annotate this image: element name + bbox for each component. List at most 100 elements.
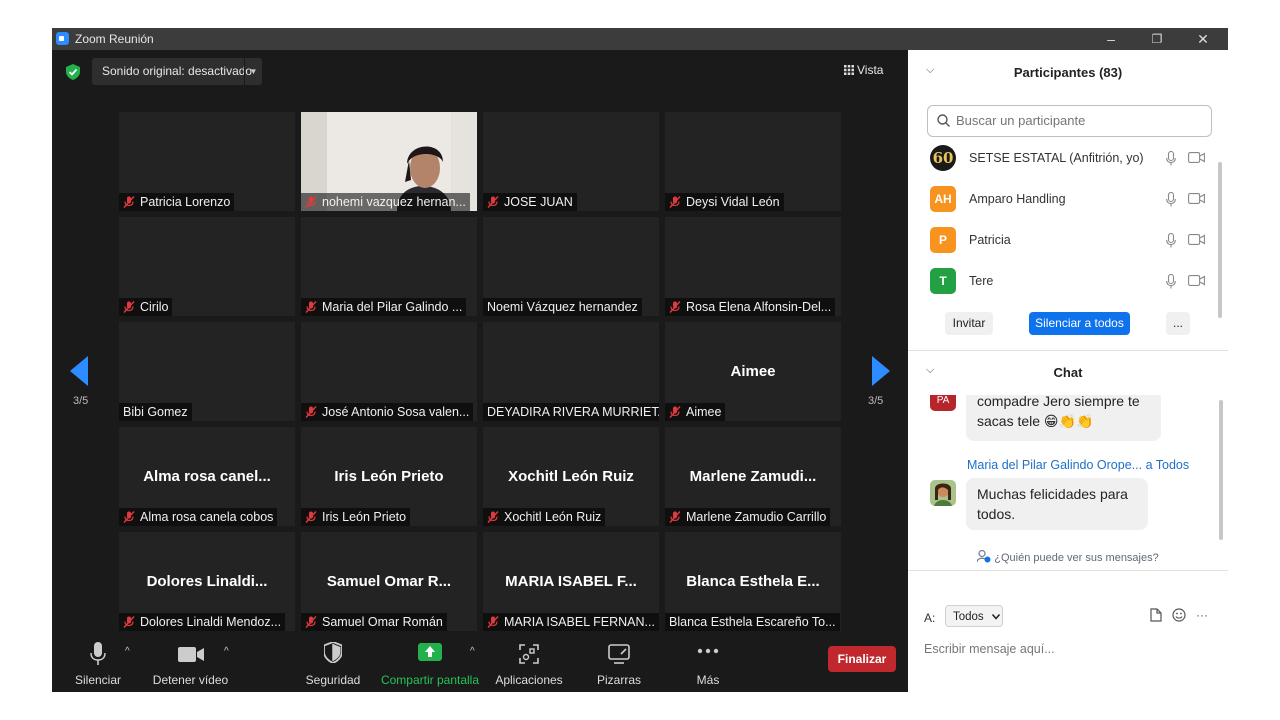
security-label: Seguridad — [305, 673, 361, 687]
whiteboards-button[interactable]: Pizarras — [592, 636, 646, 692]
participants-more-button[interactable]: ... — [1166, 312, 1190, 335]
window-title: Zoom Reunión — [75, 32, 154, 46]
apps-label: Aplicaciones — [495, 673, 563, 687]
participant-video-tile[interactable]: Patricia Lorenzo — [119, 112, 295, 211]
participant-video-tile[interactable]: José Antonio Sosa valen... — [301, 322, 477, 421]
participant-name: Aimee — [686, 405, 722, 419]
close-button[interactable]: ✕ — [1180, 28, 1226, 50]
restore-button[interactable]: ❐ — [1134, 28, 1180, 50]
minimize-button[interactable]: – — [1088, 28, 1134, 50]
participant-avatar: AH — [930, 186, 956, 212]
next-page-arrow-icon[interactable] — [872, 356, 890, 386]
chat-more-button[interactable]: ··· — [1196, 608, 1208, 622]
mute-all-button[interactable]: Silenciar a todos — [1029, 312, 1130, 335]
chat-compose-input[interactable]: Escribir mensaje aquí... — [924, 642, 1055, 656]
participant-name: DEYADIRA RIVERA MURRIETA — [487, 405, 659, 419]
video-options-chevron-icon[interactable]: ^ — [224, 646, 229, 657]
microphone-icon[interactable] — [1166, 233, 1176, 248]
participant-video-tile[interactable]: Alma rosa canel... Alma rosa canela cobos — [119, 427, 295, 526]
participant-list-scrollbar[interactable] — [1218, 162, 1222, 318]
participant-video-tile[interactable]: Bibi Gomez — [119, 322, 295, 421]
share-options-chevron-icon[interactable]: ^ — [470, 646, 475, 657]
chat-sender-name[interactable]: Maria del Pilar Galindo Orope... — [967, 458, 1142, 472]
participant-row[interactable]: 60 SETSE ESTATAL (Anfitrión, yo) — [908, 139, 1228, 180]
participant-video-tile[interactable]: Marlene Zamudi... Marlene Zamudio Carrill… — [665, 427, 841, 526]
participant-video-tile[interactable]: Aimee Aimee — [665, 322, 841, 421]
participant-video-tile[interactable]: Blanca Esthela E... Blanca Esthela Escare… — [665, 532, 841, 631]
participant-video-tile[interactable]: Maria del Pilar Galindo ... — [301, 217, 477, 316]
sender-avatar — [930, 480, 956, 506]
participant-video-tile[interactable]: nohemi vazquez hernan... — [301, 112, 477, 211]
participant-video-tile[interactable]: Noemi Vázquez hernandez — [483, 217, 659, 316]
more-button[interactable]: Más — [688, 636, 728, 692]
meeting-area: Sonido original: desactivado ▼ Vista 3/5… — [52, 50, 908, 692]
video-camera-icon[interactable] — [1188, 275, 1205, 286]
participant-video-tile[interactable]: Dolores Linaldi... Dolores Linaldi Mendoz… — [119, 532, 295, 631]
participant-video-tile[interactable]: Xochitl León Ruiz Xochitl León Ruiz — [483, 427, 659, 526]
chevron-down-icon[interactable]: ▼ — [244, 58, 262, 85]
participant-search[interactable] — [927, 105, 1212, 137]
muted-mic-icon — [669, 406, 681, 418]
muted-mic-icon — [305, 511, 317, 523]
audio-options-chevron-icon[interactable]: ^ — [125, 646, 130, 657]
participant-video-tile[interactable]: Rosa Elena Alfonsin-Del... — [665, 217, 841, 316]
participant-list-name: Patricia — [969, 233, 1011, 247]
end-meeting-button[interactable]: Finalizar — [828, 646, 896, 672]
participant-name-label: Rosa Elena Alfonsin-Del... — [665, 298, 836, 316]
participant-video-tile[interactable]: DEYADIRA RIVERA MURRIETA — [483, 322, 659, 421]
microphone-icon[interactable] — [1166, 192, 1176, 207]
participant-video-tile[interactable]: Cirilo — [119, 217, 295, 316]
participant-video-tile[interactable]: Samuel Omar R... Samuel Omar Román — [301, 532, 477, 631]
participant-name: Maria del Pilar Galindo ... — [322, 300, 463, 314]
recipient-dropdown[interactable]: Todos — [945, 605, 1003, 627]
participant-search-input[interactable] — [954, 112, 1208, 129]
participant-name-label: Xochitl León Ruiz — [483, 508, 606, 526]
participant-avatar: P — [930, 227, 956, 253]
meeting-toolbar: Silenciar ^ Detener vídeo ^ Seguridad Co… — [52, 636, 908, 692]
emoji-icon[interactable] — [1172, 608, 1186, 622]
invite-button[interactable]: Invitar — [945, 312, 993, 335]
chevron-down-icon — [992, 614, 1000, 620]
who-can-see-messages[interactable]: ¿Quién puede ver sus mensajes? — [908, 549, 1228, 564]
participant-video-tile[interactable]: Iris León Prieto Iris León Prieto — [301, 427, 477, 526]
participant-row[interactable]: T Tere — [908, 262, 1228, 303]
participant-name: JOSE JUAN — [504, 195, 573, 209]
zoom-window: Zoom Reunión – ❐ ✕ Sonido original: desa… — [52, 28, 1228, 692]
chat-message-line: Muchas felicidades para — [977, 486, 1128, 502]
previous-page-arrow-icon[interactable] — [70, 356, 88, 386]
video-camera-icon[interactable] — [1188, 234, 1205, 245]
file-icon[interactable] — [1150, 608, 1162, 622]
participant-list-name: SETSE ESTATAL (Anfitrión, yo) — [969, 151, 1144, 165]
microphone-icon[interactable] — [1166, 274, 1176, 289]
security-button[interactable]: Seguridad — [302, 636, 364, 692]
muted-mic-icon — [123, 511, 135, 523]
muted-mic-icon — [669, 301, 681, 313]
microphone-icon[interactable] — [1166, 151, 1176, 166]
stop-video-button[interactable]: Detener vídeo — [148, 636, 233, 692]
participant-video-tile[interactable]: MARIA ISABEL F... MARIA ISABEL FERNAN... — [483, 532, 659, 631]
apps-button[interactable]: Aplicaciones — [492, 636, 566, 692]
video-camera-icon[interactable] — [1188, 152, 1205, 163]
participant-name: Bibi Gomez — [123, 405, 188, 419]
participant-video-tile[interactable]: JOSE JUAN — [483, 112, 659, 211]
who-can-see-label: ¿Quién puede ver sus mensajes? — [994, 552, 1159, 564]
muted-mic-icon — [305, 406, 317, 418]
muted-mic-icon — [123, 196, 135, 208]
original-sound-button[interactable]: Sonido original: desactivado ▼ — [92, 58, 262, 85]
participant-video-tile[interactable]: Deysi Vidal León — [665, 112, 841, 211]
participant-name-label: Noemi Vázquez hernandez — [483, 298, 642, 316]
title-bar: Zoom Reunión – ❐ ✕ — [52, 28, 1228, 50]
participant-list-name: Tere — [969, 274, 994, 288]
apps-icon — [519, 644, 539, 664]
person-info-icon — [976, 549, 991, 563]
participant-row[interactable]: AH Amparo Handling — [908, 180, 1228, 221]
search-icon — [937, 114, 950, 127]
mute-button[interactable]: Silenciar — [66, 636, 130, 692]
video-camera-icon[interactable] — [1188, 193, 1205, 204]
chat-scrollbar[interactable] — [1219, 400, 1223, 540]
view-button[interactable]: Vista — [844, 58, 899, 82]
share-screen-button[interactable]: Compartir pantalla — [379, 636, 481, 692]
participant-row[interactable]: P Patricia — [908, 221, 1228, 262]
whiteboards-label: Pizarras — [596, 673, 641, 687]
encryption-shield-icon[interactable] — [66, 64, 80, 80]
